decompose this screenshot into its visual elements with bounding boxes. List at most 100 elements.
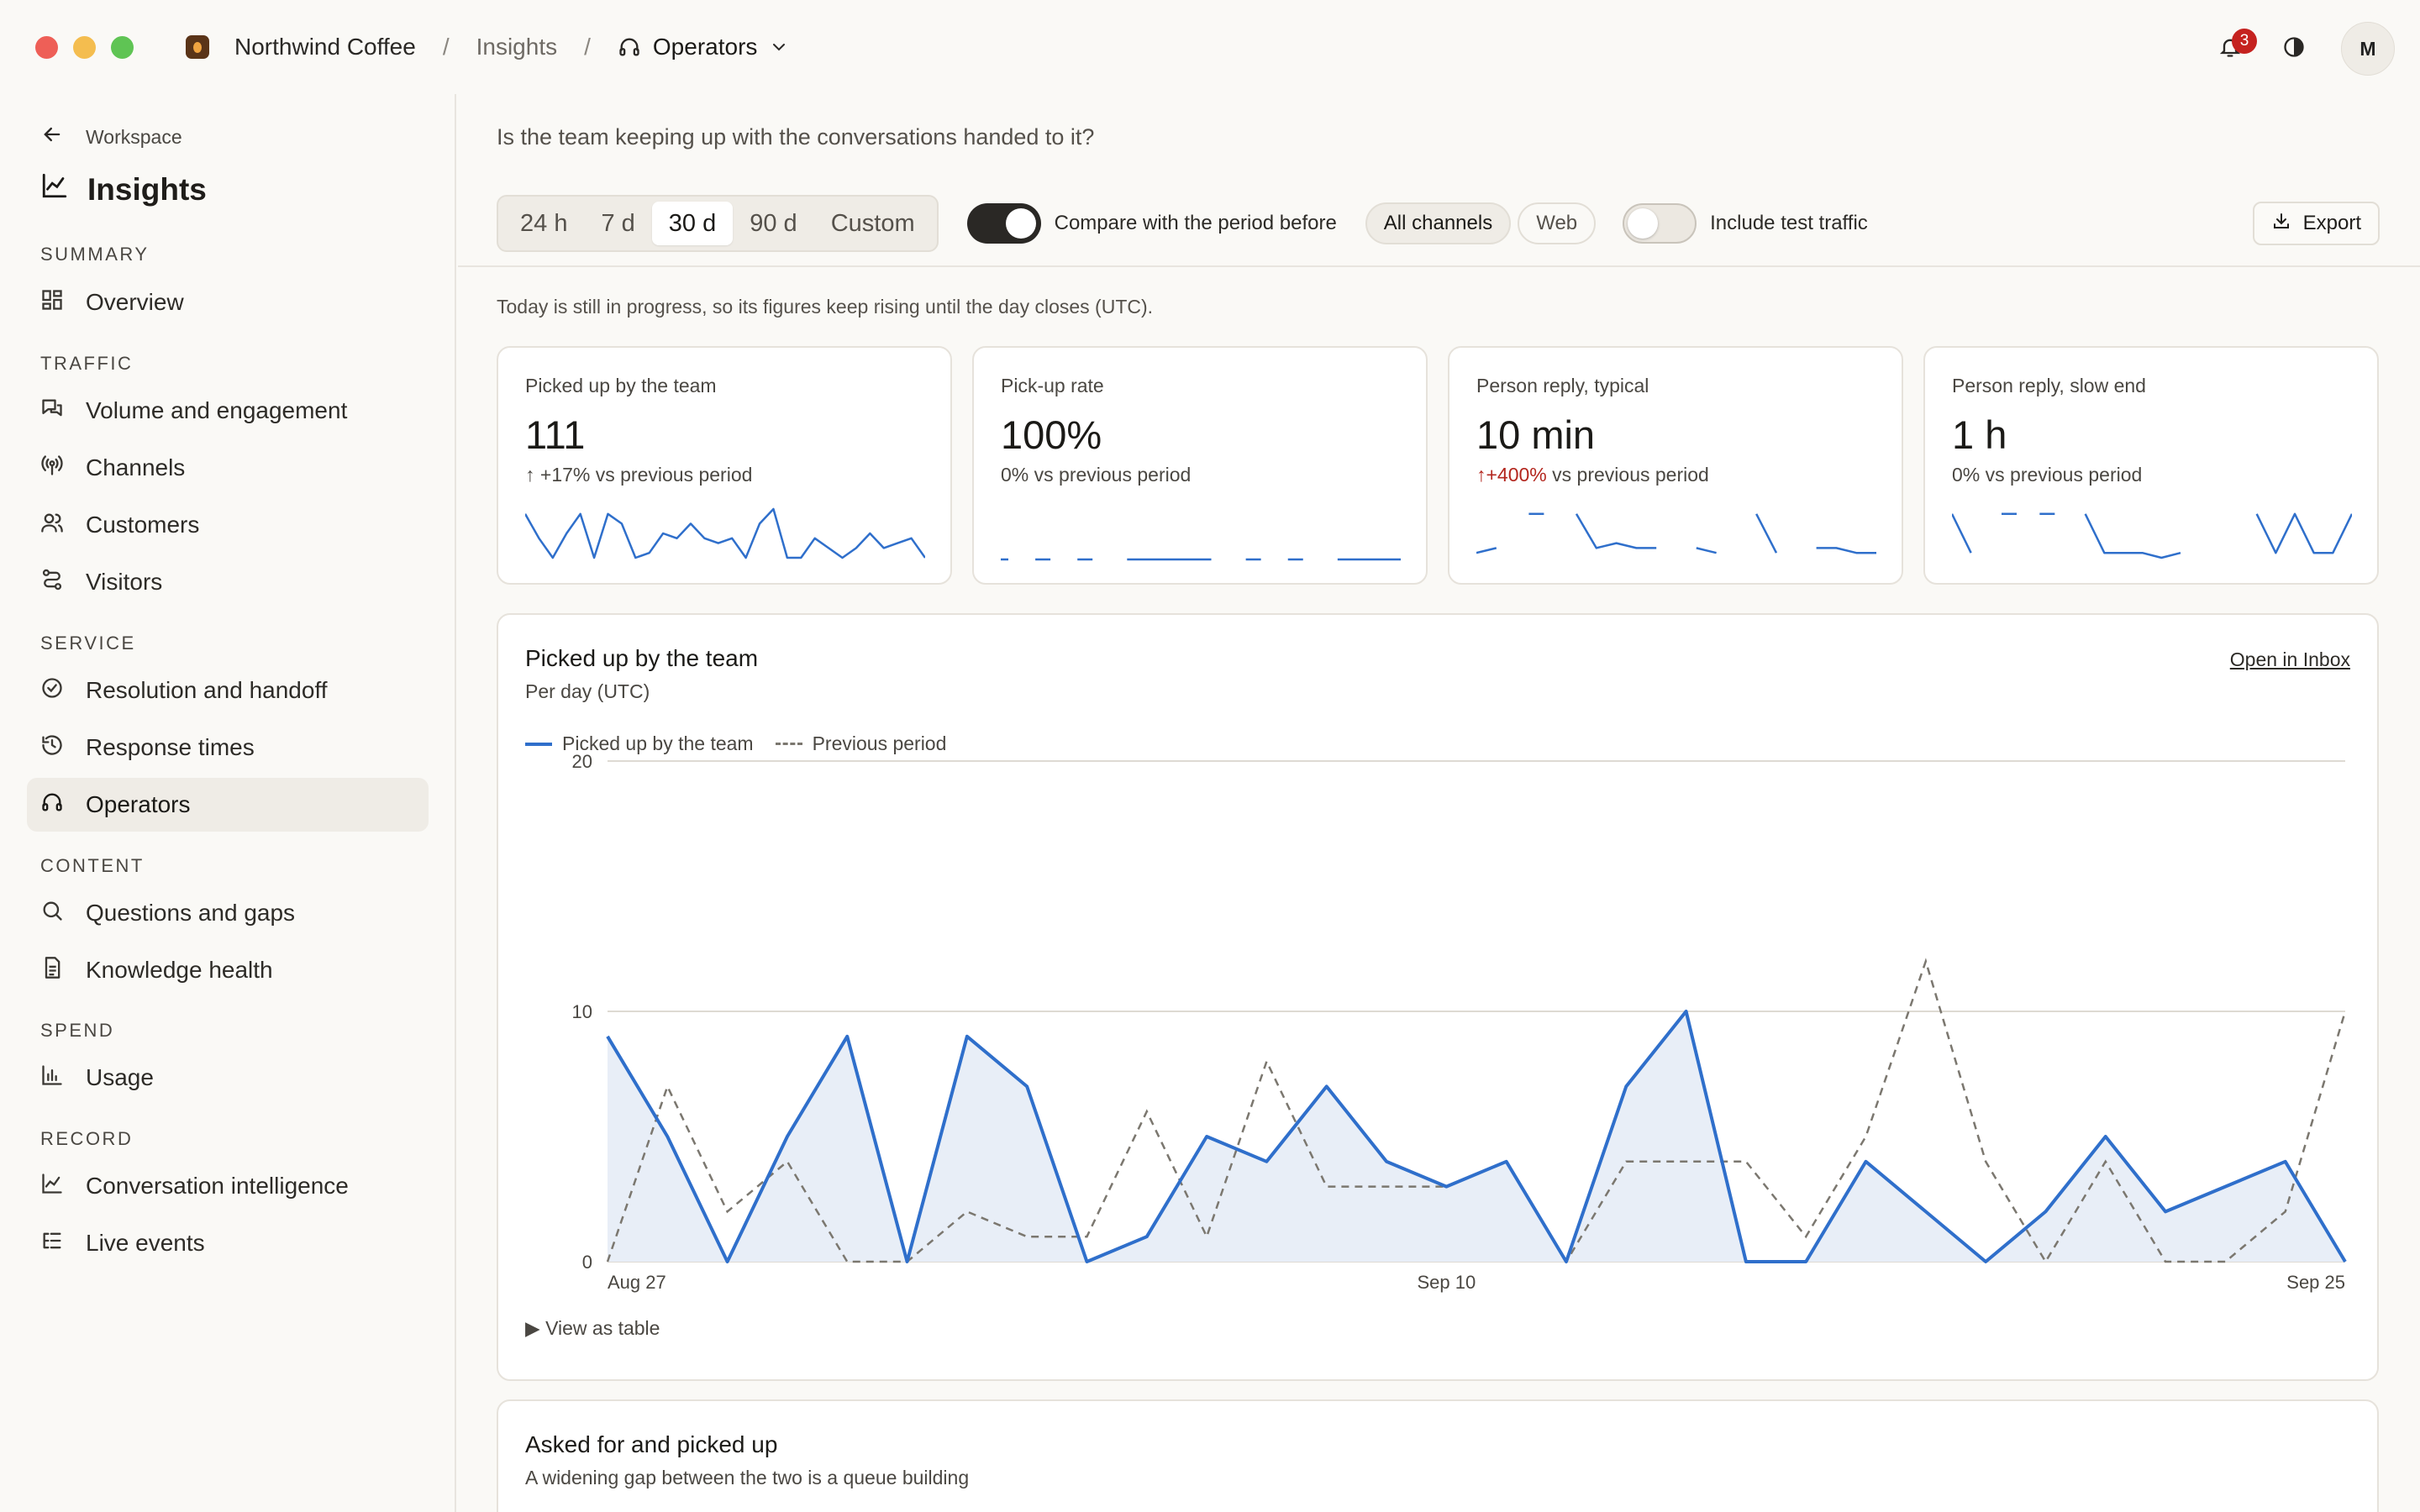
sparkline-segment <box>1696 547 1717 554</box>
sidebar-item-label: Conversation intelligence <box>86 1173 349 1199</box>
data-point-current <box>1984 1260 1987 1263</box>
close-window-button[interactable] <box>35 35 58 59</box>
data-point-current <box>1385 1160 1388 1163</box>
kpi-delta-text: vs previous period <box>1985 464 2143 486</box>
range-option[interactable]: Custom <box>814 202 932 245</box>
headset-icon <box>618 35 641 59</box>
data-point-current <box>2044 1210 2047 1213</box>
x-tick-label: Sep 25 <box>2286 1272 2345 1293</box>
sidebar-item-volume[interactable]: Volume and engagement <box>27 384 429 438</box>
headset-icon <box>40 790 64 820</box>
progress-note: Today is still in progress, so its figur… <box>497 296 1154 318</box>
compare-toggle[interactable] <box>966 203 1041 244</box>
test-traffic-label: Include test traffic <box>1710 212 1868 234</box>
kpi-value: 10 min <box>1476 412 1596 457</box>
range-option[interactable]: 7 d <box>584 202 651 245</box>
data-point-current <box>1624 1084 1628 1088</box>
page-question: Is the team keeping up with the conversa… <box>497 124 1095 150</box>
search-icon <box>40 899 64 928</box>
sidebar-item-response-times[interactable]: Response times <box>27 721 429 774</box>
sparkline-reply-slow <box>1952 512 2352 559</box>
sparkline-segment <box>2084 513 2181 559</box>
data-point-current <box>606 1035 609 1038</box>
sidebar-item-questions[interactable]: Questions and gaps <box>27 886 429 940</box>
range-option[interactable]: 90 d <box>733 202 813 245</box>
history-icon <box>40 733 64 763</box>
toggle-knob <box>1005 208 1036 239</box>
data-point-current <box>906 1260 909 1263</box>
export-button[interactable]: Export <box>2252 202 2380 245</box>
chart-card-picked-up: Picked up by the team Per day (UTC) Open… <box>497 613 2379 1381</box>
sidebar-item-live-events[interactable]: Live events <box>27 1216 429 1270</box>
sparkline-reply-typical <box>1476 512 1876 554</box>
kpi-label: Person reply, slow end <box>1952 375 2146 396</box>
back-to-workspace-link[interactable]: Workspace <box>40 123 182 151</box>
chart-subtitle: A widening gap between the two is a queu… <box>525 1467 970 1488</box>
sidebar-item-label: Channels <box>86 454 186 480</box>
zoom-window-button[interactable] <box>111 35 134 59</box>
users-icon <box>40 511 64 540</box>
range-option-selected[interactable]: 30 d <box>651 202 734 245</box>
sparkline-segment <box>1952 513 1972 554</box>
sidebar-item-overview[interactable]: Overview <box>27 276 429 329</box>
sidebar-item-conversation-intelligence[interactable]: Conversation intelligence <box>27 1159 429 1213</box>
kpi-delta-text: vs previous period <box>595 464 753 486</box>
data-point-current <box>786 1135 789 1138</box>
section-spend: SPEND <box>40 1020 115 1041</box>
kpi-delta: 0% vs previous period <box>1952 464 2142 486</box>
section-content: CONTENT <box>40 855 145 876</box>
notifications-button[interactable]: 3 <box>2213 29 2257 66</box>
check-circle-icon <box>40 676 64 706</box>
channel-chip-all[interactable]: All channels <box>1365 202 1512 244</box>
kpi-card-pickup-rate: Pick-up rate 100% 0% vs previous period <box>972 346 1428 585</box>
compare-label: Compare with the period before <box>1054 212 1337 234</box>
sidebar-item-label: Live events <box>86 1230 205 1256</box>
range-selector: 24 h 7 d 30 d 90 d Custom <box>497 195 939 252</box>
avatar[interactable]: M <box>2341 22 2395 76</box>
breadcrumb-brand[interactable]: Northwind Coffee <box>234 34 416 60</box>
chart-card-asked-picked: Asked for and picked up A widening gap b… <box>497 1399 2379 1512</box>
sidebar-item-knowledge[interactable]: Knowledge health <box>27 943 429 997</box>
sidebar-title-label: Insights <box>87 171 207 207</box>
document-icon <box>40 956 64 985</box>
range-option[interactable]: 24 h <box>503 202 584 245</box>
channel-chip-web[interactable]: Web <box>1518 202 1597 244</box>
data-point-current <box>1145 1235 1149 1238</box>
sparkline-segment <box>2255 512 2352 554</box>
grid-icon <box>40 288 64 318</box>
data-point-current <box>2223 1185 2227 1189</box>
kpi-delta: ↑+400% vs previous period <box>1476 464 1709 486</box>
kpi-delta-text: vs previous period <box>1552 464 1709 486</box>
sidebar-item-usage[interactable]: Usage <box>27 1051 429 1105</box>
kpi-card-reply-typical: Person reply, typical 10 min ↑+400% vs p… <box>1448 346 1903 585</box>
test-traffic-toggle[interactable] <box>1623 203 1697 244</box>
x-tick-label: Sep 10 <box>1417 1272 1476 1293</box>
list-tree-icon <box>40 1229 64 1258</box>
kpi-delta: 0% vs previous period <box>1001 464 1191 486</box>
sidebar-item-channels[interactable]: Channels <box>27 441 429 495</box>
section-summary: SUMMARY <box>40 244 150 265</box>
data-point-current <box>2104 1135 2107 1138</box>
view-as-table-toggle[interactable]: ▶ View as table <box>525 1317 660 1340</box>
sidebar-item-operators[interactable]: Operators <box>27 778 429 832</box>
breadcrumb-current-dropdown[interactable]: Operators <box>618 34 790 60</box>
y-tick-label: 0 <box>582 1252 592 1273</box>
kpi-delta: ↑ +17% vs previous period <box>525 464 752 486</box>
kpi-label: Person reply, typical <box>1476 375 1649 396</box>
kpi-value: 111 <box>525 412 586 457</box>
minimize-window-button[interactable] <box>73 35 96 59</box>
breadcrumb-insights[interactable]: Insights <box>476 34 558 60</box>
data-point-current <box>2344 1260 2347 1263</box>
x-tick-label: Aug 27 <box>608 1272 666 1293</box>
sidebar-item-visitors[interactable]: Visitors <box>27 555 429 609</box>
divider <box>458 265 2420 267</box>
sidebar-item-label: Knowledge health <box>86 957 273 983</box>
kpi-delta-text: vs previous period <box>1034 464 1192 486</box>
data-point-current <box>2284 1160 2287 1163</box>
sidebar-item-resolution[interactable]: Resolution and handoff <box>27 664 429 717</box>
data-point-current <box>726 1260 729 1263</box>
data-point-current <box>1325 1084 1328 1088</box>
theme-toggle-button[interactable] <box>2277 32 2311 66</box>
data-point-current <box>666 1135 669 1138</box>
sidebar-item-customers[interactable]: Customers <box>27 498 429 552</box>
